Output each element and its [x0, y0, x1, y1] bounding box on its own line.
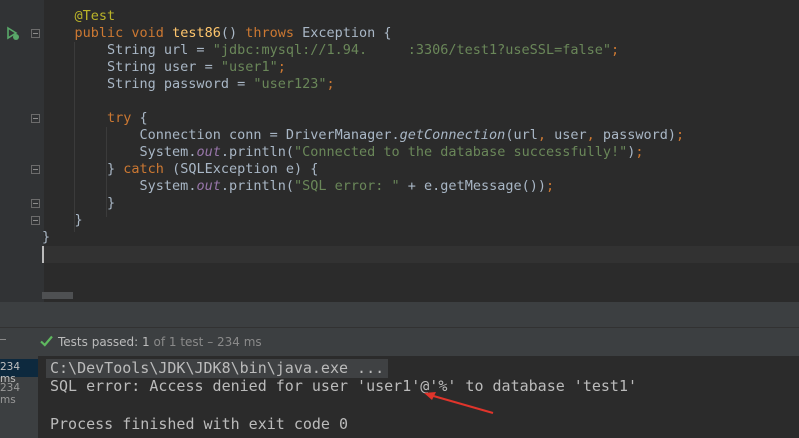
code-token: password) [602, 127, 677, 143]
code-token: try [107, 110, 140, 126]
tests-passed-count: 1 [142, 335, 150, 349]
code-token: out [196, 178, 221, 194]
code-token: ; [326, 76, 335, 92]
horizontal-scrollbar-thumb[interactable] [42, 292, 73, 299]
code-token: System. [139, 144, 197, 160]
code-token: ; [635, 144, 644, 160]
annotation-arrow-icon [424, 392, 494, 414]
code-token: .println( [220, 178, 294, 194]
code-token: } [74, 212, 83, 228]
test-duration[interactable]: 234 ms [0, 382, 35, 406]
tests-passed-label: Tests passed: [58, 335, 139, 349]
code-token: (SQLException e) { [172, 161, 319, 177]
code-line[interactable]: } [42, 229, 684, 246]
code-token: String url = [107, 42, 213, 58]
code-line[interactable]: System.out.println("SQL error: " + e.get… [42, 178, 684, 195]
code-token: + e.getMessage()) [407, 178, 546, 194]
code-token: "Connected to the database successfully!… [294, 144, 628, 160]
code-token: "user1" [220, 59, 278, 75]
tests-status: Tests passed: 1 of 1 test – 234 ms [58, 335, 262, 349]
code-token: ; [610, 42, 620, 58]
tests-summary: of 1 test – 234 ms [153, 335, 262, 349]
console-command-line[interactable]: C:\DevTools\JDK\JDK8\bin\java.exe ... [46, 359, 389, 378]
divider [0, 339, 6, 340]
code-line[interactable]: public void test86() throws Exception { [42, 25, 684, 42]
code-token: Exception { [302, 25, 392, 41]
code-line[interactable]: } catch (SQLException e) { [42, 161, 684, 178]
code-token: ; [545, 178, 555, 194]
code-token: catch [123, 161, 173, 177]
text-caret [42, 246, 44, 263]
code-line[interactable]: String password = "user123"; [42, 76, 684, 93]
code-token: @Test [74, 8, 116, 24]
check-icon [40, 335, 53, 347]
code-token: ; [676, 127, 685, 143]
code-token: String user = [107, 59, 221, 75]
code-token: public void [74, 25, 173, 41]
source-code[interactable]: @Test public void test86() throws Except… [42, 8, 684, 246]
code-token: String password = [107, 76, 254, 92]
code-token: .println( [220, 144, 294, 160]
console-exit-line: Process finished with exit code 0 [50, 415, 349, 433]
code-line[interactable]: } [42, 212, 684, 229]
code-line[interactable]: String user = "user1"; [42, 59, 684, 76]
run-test-icon[interactable] [4, 25, 20, 41]
code-line[interactable]: String url = "jdbc:mysql://1.94. :3306/t… [42, 42, 684, 59]
code-line[interactable]: System.out.println("Connected to the dat… [42, 144, 684, 161]
code-token: ; [277, 59, 286, 75]
code-token: (url [505, 127, 538, 143]
code-token: System. [139, 178, 197, 194]
code-token: () [220, 25, 246, 41]
fold-marker-icon[interactable] [31, 199, 40, 208]
code-line[interactable] [42, 93, 684, 110]
fold-marker-icon[interactable] [31, 216, 40, 225]
fold-marker-icon[interactable] [31, 165, 40, 174]
run-status-bar: Tests passed: 1 of 1 test – 234 ms [0, 328, 799, 356]
code-token: , [537, 127, 555, 143]
code-token: } [107, 195, 116, 211]
console-output[interactable]: C:\DevTools\JDK\JDK8\bin\java.exe ... SQ… [38, 356, 799, 438]
code-token: } [107, 161, 124, 177]
code-line[interactable]: try { [42, 110, 684, 127]
code-token: { [139, 110, 148, 126]
fold-marker-icon[interactable] [31, 29, 40, 38]
fold-marker-icon[interactable] [31, 114, 40, 123]
code-token: Connection conn = DriverManager. [139, 127, 400, 143]
code-line[interactable]: } [42, 195, 684, 212]
editor-gutter [0, 0, 44, 302]
tool-window-splitter[interactable] [0, 302, 799, 328]
current-line-highlight [44, 246, 799, 263]
code-token: user [554, 127, 587, 143]
code-editor[interactable]: @Test public void test86() throws Except… [0, 0, 799, 302]
code-line[interactable]: Connection conn = DriverManager.getConne… [42, 127, 685, 144]
console-error-line: SQL error: Access denied for user 'user1… [50, 377, 637, 395]
code-token: test86 [172, 25, 221, 41]
code-token: "SQL error: " [294, 178, 408, 194]
code-token: } [42, 229, 51, 245]
code-token: "jdbc:mysql://1.94. :3306/test1?useSSL=f… [212, 42, 611, 58]
code-line[interactable]: @Test [42, 8, 684, 25]
code-token: getConnection [399, 127, 506, 143]
code-token: "user123" [253, 76, 327, 92]
code-token: out [196, 144, 221, 160]
test-tree[interactable]: 234 ms 234 ms [0, 356, 38, 438]
code-token: , [586, 127, 603, 143]
code-token: throws [245, 25, 303, 41]
